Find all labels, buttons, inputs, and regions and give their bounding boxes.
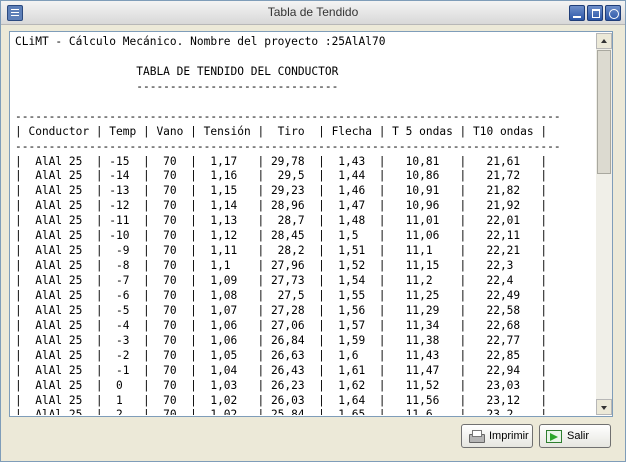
report-line: ------------------------------	[15, 79, 339, 93]
close-button[interactable]	[605, 5, 621, 21]
report-line: CLiMT - Cálculo Mecánico. Nombre del pro…	[15, 35, 386, 48]
printer-icon	[468, 429, 485, 443]
scroll-thumb[interactable]	[597, 50, 611, 174]
scroll-up-button[interactable]	[596, 33, 612, 49]
report-line: | Conductor | Temp | Vano | Tensión | Ti…	[15, 124, 548, 138]
report-line: | AlAl 25 | -8 | 70 | 1,1 | 27,96 | 1,52…	[15, 259, 548, 273]
print-button-label: Imprimir	[489, 430, 529, 442]
minimize-button[interactable]	[569, 5, 585, 21]
report-line: | AlAl 25 | -7 | 70 | 1,09 | 27,73 | 1,5…	[15, 274, 548, 287]
report-line: | AlAl 25 | -11 | 70 | 1,13 | 28,7 | 1,4…	[15, 214, 548, 228]
report-line: ----------------------------------------…	[15, 109, 561, 123]
report-line: | AlAl 25 | -12 | 70 | 1,14 | 28,96 | 1,…	[15, 199, 548, 213]
report-line: | AlAl 25 | -2 | 70 | 1,05 | 26,63 | 1,6…	[15, 348, 548, 362]
report-text-box[interactable]: CLiMT - Cálculo Mecánico. Nombre del pro…	[9, 31, 613, 417]
report-line: | AlAl 25 | 1 | 70 | 1,02 | 26,03 | 1,64…	[15, 393, 548, 407]
report-line	[15, 95, 595, 110]
report-line: | AlAl 25 | -13 | 70 | 1,15 | 29,23 | 1,…	[15, 184, 548, 198]
report-line	[15, 50, 595, 65]
tabla-de-tendido-window: Tabla de Tendido CLiMT - Cálculo Mecánic…	[0, 0, 626, 462]
report-line: | AlAl 25 | -1 | 70 | 1,04 | 26,43 | 1,6…	[15, 363, 548, 377]
print-button[interactable]: Imprimir	[461, 424, 533, 448]
maximize-button[interactable]	[587, 5, 603, 21]
report-line: | AlAl 25 | -10 | 70 | 1,12 | 28,45 | 1,…	[15, 229, 548, 243]
report-line: | AlAl 25 | -3 | 70 | 1,06 | 26,84 | 1,5…	[15, 333, 548, 347]
exit-arrow-icon	[546, 429, 562, 443]
report-line: | AlAl 25 | -9 | 70 | 1,11 | 28,2 | 1,51…	[15, 244, 548, 258]
report-line: ----------------------------------------…	[15, 139, 561, 153]
exit-button[interactable]: Salir	[539, 424, 611, 448]
report-line: | AlAl 25 | -4 | 70 | 1,06 | 27,06 | 1,5…	[15, 318, 548, 332]
report-line: | AlAl 25 | 2 | 70 | 1,02 | 25,84 | 1,65…	[15, 408, 548, 415]
report-line: | AlAl 25 | -5 | 70 | 1,07 | 27,28 | 1,5…	[15, 303, 548, 317]
report-text[interactable]: CLiMT - Cálculo Mecánico. Nombre del pro…	[11, 33, 595, 415]
report-line: TABLA DE TENDIDO DEL CONDUCTOR	[15, 64, 339, 78]
title-bar[interactable]: Tabla de Tendido	[1, 1, 625, 25]
exit-button-label: Salir	[567, 430, 590, 442]
report-line: | AlAl 25 | -15 | 70 | 1,17 | 29,78 | 1,…	[15, 154, 548, 168]
report-line: | AlAl 25 | -14 | 70 | 1,16 | 29,5 | 1,4…	[15, 169, 548, 183]
vertical-scrollbar[interactable]	[596, 33, 612, 415]
scroll-down-button[interactable]	[596, 399, 612, 415]
window-title: Tabla de Tendido	[267, 5, 359, 19]
report-line: | AlAl 25 | -6 | 70 | 1,08 | 27,5 | 1,55…	[15, 288, 548, 302]
report-line: | AlAl 25 | 0 | 70 | 1,03 | 26,23 | 1,62…	[15, 378, 548, 392]
